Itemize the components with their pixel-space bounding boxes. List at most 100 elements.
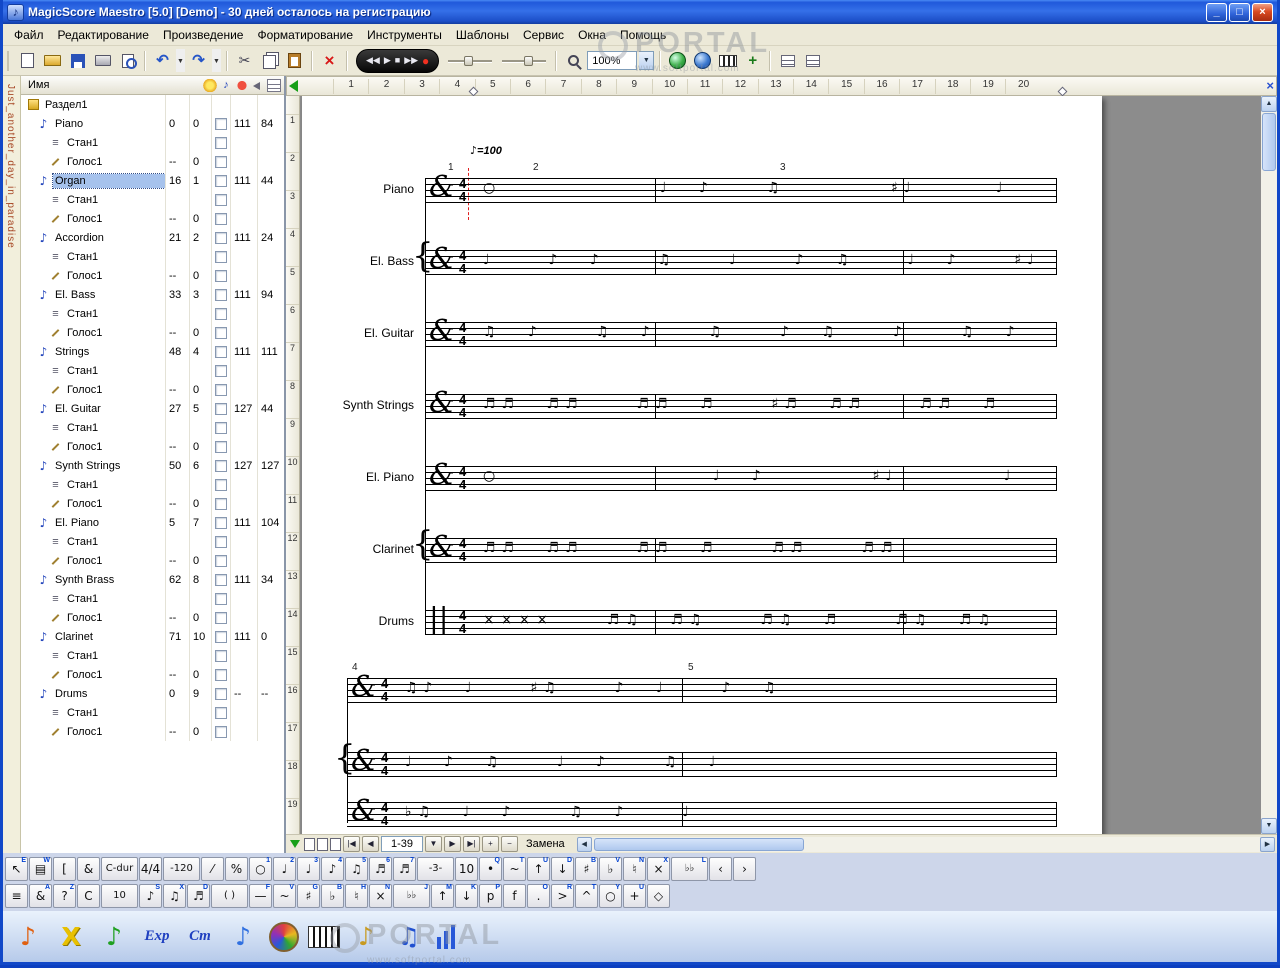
scroll-left-icon[interactable]: ◀ — [577, 837, 592, 852]
track-row[interactable]: Стан1 — [21, 418, 284, 437]
menu-item[interactable]: Произведение — [156, 25, 251, 45]
menu-item[interactable]: Форматирование — [250, 25, 360, 45]
palette-button[interactable]: 10 — [455, 857, 478, 881]
track-row[interactable]: Голос1 -- 0 — [21, 437, 284, 456]
track-checkbox[interactable] — [211, 437, 230, 456]
palette-button[interactable]: . O — [527, 884, 550, 908]
track-row[interactable]: Голос1 -- 0 — [21, 152, 284, 171]
track-checkbox[interactable] — [211, 475, 230, 494]
document-tab[interactable]: Just_another_day_in_paradise — [3, 76, 21, 853]
track-name[interactable]: Strings — [53, 345, 165, 359]
track-row[interactable]: Голос1 -- 0 — [21, 665, 284, 684]
menu-item[interactable]: Помощь — [613, 25, 673, 45]
speaker-icon[interactable] — [251, 79, 265, 92]
first-measure-button[interactable]: |◀ — [343, 836, 360, 852]
track-row[interactable]: El. Bass 33 3 111 94 — [21, 285, 284, 304]
palette-button[interactable]: ♭ V — [599, 857, 622, 881]
sun-icon[interactable] — [203, 79, 217, 92]
palette-button[interactable]: % — [225, 857, 248, 881]
menu-item[interactable]: Редактирование — [51, 25, 156, 45]
track-row[interactable]: Accordion 21 2 111 24 — [21, 228, 284, 247]
virtual-keyboard-button[interactable] — [716, 49, 739, 72]
track-name[interactable]: Голос1 — [65, 611, 165, 625]
track-name[interactable]: Стан1 — [65, 592, 165, 606]
track-name[interactable]: Голос1 — [65, 212, 165, 226]
track-checkbox[interactable] — [211, 190, 230, 209]
palette-button[interactable]: & A — [29, 884, 52, 908]
palette-button[interactable]: ~ V — [273, 884, 296, 908]
menu-item[interactable]: Файл — [7, 25, 51, 45]
track-checkbox[interactable] — [211, 608, 230, 627]
volume-slider[interactable] — [446, 52, 494, 70]
track-row[interactable]: Голос1 -- 0 — [21, 494, 284, 513]
track-row[interactable]: Голос1 -- 0 — [21, 323, 284, 342]
palette-button[interactable]: & — [77, 857, 100, 881]
track-checkbox[interactable] — [211, 285, 230, 304]
keyboard-icon[interactable] — [308, 926, 340, 948]
track-row[interactable]: Organ 16 1 111 44 — [21, 171, 284, 190]
palette-button[interactable]: ~ T — [503, 857, 526, 881]
tempo-slider-thumb[interactable] — [524, 56, 533, 66]
track-row[interactable]: Стан1 — [21, 646, 284, 665]
track-name[interactable]: Synth Strings — [53, 459, 165, 473]
mixer-icon[interactable] — [435, 925, 461, 949]
minimize-button[interactable]: _ — [1206, 3, 1227, 22]
palette-button[interactable]: ( ) — [211, 884, 248, 908]
playback-button[interactable]: ▶ — [384, 56, 391, 65]
page-view-icon[interactable] — [304, 838, 315, 851]
previous-measure-button[interactable]: ◀ — [362, 836, 379, 852]
nav-down-arrow-icon[interactable] — [288, 837, 302, 851]
track-row[interactable]: Раздел1 — [21, 95, 284, 114]
palette-button[interactable]: ^ T — [575, 884, 598, 908]
staff[interactable]: & 44 ♬♬ ♬♬ ♬♬ ♬ ♯♬ ♬♬ ♬♬ ♬ — [425, 394, 1057, 419]
undo-button[interactable]: ↶ — [151, 49, 174, 72]
page-view-icon[interactable] — [330, 838, 341, 851]
staff[interactable]: { & 44 ♬♬ ♬♬ ♬♬ ♬ ♬♬ ♬♬ — [425, 538, 1057, 563]
palette-button[interactable]: ♬ 7 — [393, 857, 416, 881]
ruler-left-arrow-icon[interactable] — [289, 80, 298, 92]
palette-button[interactable]: ? Z — [53, 884, 76, 908]
note-gold-icon[interactable]: ♪ — [349, 920, 383, 954]
track-row[interactable]: El. Guitar 27 5 127 44 — [21, 399, 284, 418]
palette-button[interactable]: ♯ G — [297, 884, 320, 908]
ruler-close-icon[interactable]: × — [1266, 78, 1274, 94]
track-checkbox[interactable] — [211, 323, 230, 342]
track-checkbox[interactable] — [211, 247, 230, 266]
menu-item[interactable]: Шаблоны — [449, 25, 516, 45]
palette-button[interactable]: ‹ — [709, 857, 732, 881]
track-checkbox[interactable] — [211, 627, 230, 646]
volume-slider-thumb[interactable] — [464, 56, 473, 66]
track-checkbox[interactable] — [211, 361, 230, 380]
track-row[interactable]: Стан1 — [21, 703, 284, 722]
palette-button[interactable]: — F — [249, 884, 272, 908]
track-row[interactable]: Synth Brass 62 8 111 34 — [21, 570, 284, 589]
notation-icon[interactable]: ♪ — [11, 920, 45, 954]
track-name[interactable]: Стан1 — [65, 535, 165, 549]
track-checkbox[interactable] — [211, 304, 230, 323]
palette-button[interactable]: 4/4 — [139, 857, 162, 881]
palette-button[interactable]: ⁄ — [201, 857, 224, 881]
playback-button[interactable]: ■ — [395, 56, 400, 65]
page-view-icon[interactable] — [317, 838, 328, 851]
track-name[interactable]: El. Bass — [53, 288, 165, 302]
track-checkbox[interactable] — [211, 133, 230, 152]
horizontal-scrollbar-thumb[interactable] — [594, 838, 804, 851]
web-button[interactable] — [666, 49, 689, 72]
grid-icon[interactable] — [267, 79, 281, 92]
staff[interactable]: { & 44 ♩ ♪ ♪ ♫ ♩ ♪ ♫ ♩ ♪ ♯♩ — [425, 250, 1057, 275]
track-name[interactable]: El. Piano — [53, 516, 165, 530]
staff[interactable]: & 44 ♫♪ ♩ ♯♫ ♪ ♩ ♪ ♫ — [347, 678, 1057, 703]
track-checkbox[interactable] — [211, 494, 230, 513]
track-name[interactable]: Стан1 — [65, 136, 165, 150]
track-name[interactable]: Голос1 — [65, 326, 165, 340]
cut-icon[interactable]: X — [54, 920, 88, 954]
palette-button[interactable]: -3- — [417, 857, 454, 881]
palette-button[interactable]: ♭ B — [321, 884, 344, 908]
add-note-icon[interactable]: ♪ — [97, 920, 131, 954]
palette-button[interactable]: ↑ M — [431, 884, 454, 908]
palette-button[interactable]: ♫ X — [163, 884, 186, 908]
track-row[interactable]: Стан1 — [21, 532, 284, 551]
ruler-marker[interactable] — [1058, 87, 1068, 97]
track-row[interactable]: Голос1 -- 0 — [21, 209, 284, 228]
palette-button[interactable]: ♩ 3 — [297, 857, 320, 881]
